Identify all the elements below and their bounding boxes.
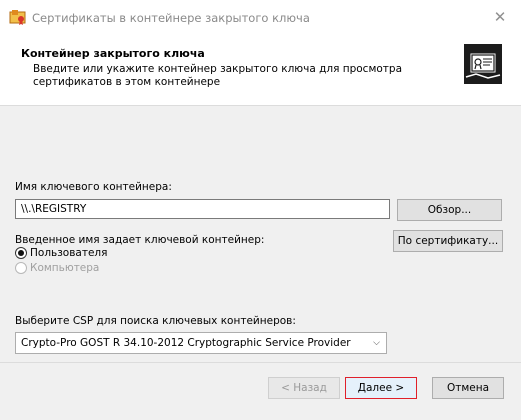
csp-label: Выберите CSP для поиска ключевых контейн… (15, 315, 296, 327)
csp-selected-value: Crypto-Pro GOST R 34.10-2012 Cryptograph… (21, 337, 351, 349)
cancel-button[interactable]: Отмена (432, 377, 504, 399)
csp-select[interactable]: Crypto-Pro GOST R 34.10-2012 Cryptograph… (15, 332, 387, 354)
container-name-input[interactable]: \\.\REGISTRY (15, 199, 390, 219)
container-info-label: Введенное имя задает ключевой контейнер: (15, 234, 265, 246)
close-icon: ✕ (493, 8, 507, 26)
container-name-label: Имя ключевого контейнера: (15, 181, 172, 193)
wizard-footer: < Назад Далее > Отмена (0, 362, 521, 420)
page-title: Контейнер закрытого ключа (21, 47, 205, 60)
by-certificate-button[interactable]: По сертификату... (393, 230, 503, 252)
radio-computer: Компьютера (15, 262, 99, 274)
window-title: Сертификаты в контейнере закрытого ключа (32, 11, 310, 25)
wizard-header: Контейнер закрытого ключа Введите или ук… (0, 34, 521, 106)
certificate-icon (464, 44, 502, 84)
next-button[interactable]: Далее > (345, 377, 417, 399)
browse-button[interactable]: Обзор... (397, 199, 502, 221)
back-button[interactable]: < Назад (268, 377, 340, 399)
page-description: Введите или укажите контейнер закрытого … (33, 63, 403, 88)
chevron-down-icon: ⌵ (373, 338, 380, 348)
close-button[interactable]: ✕ (485, 4, 515, 30)
certificate-app-icon (9, 10, 26, 25)
title-bar: Сертификаты в контейнере закрытого ключа… (0, 0, 521, 34)
radio-computer-label: Компьютера (30, 262, 100, 274)
wizard-content: Имя ключевого контейнера: \\.\REGISTRY О… (0, 106, 521, 362)
radio-user-indicator[interactable] (15, 247, 27, 259)
radio-user[interactable]: Пользователя (15, 247, 107, 259)
radio-computer-indicator (15, 262, 27, 274)
radio-user-label: Пользователя (30, 247, 108, 259)
